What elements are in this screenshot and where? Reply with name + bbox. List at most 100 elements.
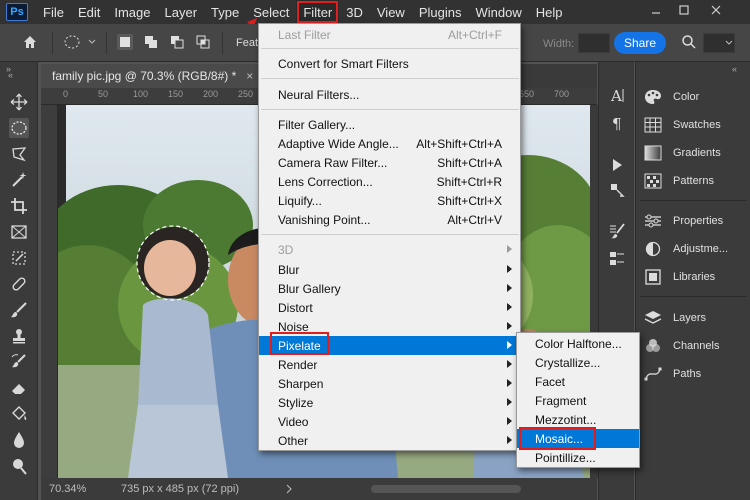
panel-adjustments[interactable]: Adjustme... [644, 240, 728, 258]
submenu-arrow-icon [507, 265, 512, 273]
character-icon[interactable]: A [608, 86, 626, 104]
brushes-icon[interactable] [608, 250, 626, 268]
panel-patterns[interactable]: Patterns [644, 172, 714, 190]
panel-channels[interactable]: Channels [644, 337, 719, 355]
menu-item-3d[interactable]: 3D [259, 240, 520, 259]
panel-layers[interactable]: Layers [644, 309, 706, 327]
menu-window[interactable]: Window [468, 0, 528, 24]
menu-item-blur[interactable]: Blur [259, 260, 520, 279]
menu-item-adaptive-wide-angle[interactable]: Adaptive Wide Angle... Alt+Shift+Ctrl+A [259, 134, 520, 153]
menu-item-color-halftone[interactable]: Color Halftone... [517, 334, 639, 353]
menu-item-render[interactable]: Render [259, 355, 520, 374]
menu-filter[interactable]: Filter [296, 0, 340, 24]
blur-tool-icon[interactable] [9, 430, 29, 450]
move-tool-icon[interactable] [9, 92, 29, 112]
ruler-tick: 0 [63, 89, 69, 99]
ruler-tick: 700 [554, 89, 570, 99]
submenu-arrow-icon [507, 341, 512, 349]
width-label: Width: [543, 38, 575, 50]
panel-label: Swatches [673, 119, 721, 131]
clone-stamp-icon[interactable] [9, 326, 29, 346]
subtract-selection-icon[interactable] [169, 34, 185, 50]
panel-libraries[interactable]: Libraries [644, 268, 715, 286]
horizontal-scrollbar[interactable] [371, 485, 521, 493]
menu-help[interactable]: Help [529, 0, 570, 24]
menu-item-other[interactable]: Other [259, 431, 520, 450]
width-input[interactable] [578, 33, 610, 53]
menu-item-stylize[interactable]: Stylize [259, 393, 520, 412]
history-brush-icon[interactable] [9, 352, 29, 372]
share-button[interactable]: Share [614, 32, 666, 54]
collapse-icon[interactable]: « [8, 70, 13, 80]
healing-brush-icon[interactable] [9, 274, 29, 294]
menu-item-neural-filters[interactable]: Neural Filters... [259, 85, 520, 104]
submenu-arrow-icon [507, 436, 512, 444]
menu-item-convert-smart-filters[interactable]: Convert for Smart Filters [259, 54, 520, 73]
collapse-icon[interactable]: « [732, 64, 737, 74]
menu-item-liquify[interactable]: Liquify... Shift+Ctrl+X [259, 191, 520, 210]
menu-item-distort[interactable]: Distort [259, 298, 520, 317]
menu-item-vanishing-point[interactable]: Vanishing Point... Alt+Ctrl+V [259, 210, 520, 229]
paths-icon [644, 366, 662, 382]
chevron-right-icon[interactable] [285, 484, 293, 494]
panel-swatches[interactable]: Swatches [644, 116, 721, 134]
menu-edit[interactable]: Edit [71, 0, 107, 24]
menu-item-video[interactable]: Video [259, 412, 520, 431]
play-actions-icon[interactable] [608, 156, 626, 174]
crop-tool-icon[interactable] [9, 196, 29, 216]
ellipse-marquee-icon[interactable] [63, 34, 85, 50]
eraser-tool-icon[interactable] [9, 378, 29, 398]
workspace-dropdown[interactable] [703, 33, 735, 53]
panel-properties[interactable]: Properties [644, 212, 723, 230]
restore-icon[interactable] [676, 3, 692, 17]
menu-layer[interactable]: Layer [158, 0, 205, 24]
chevron-down-icon[interactable] [87, 34, 97, 50]
menu-plugins[interactable]: Plugins [412, 0, 469, 24]
add-selection-icon[interactable] [143, 34, 159, 50]
brush-tool-icon[interactable] [9, 300, 29, 320]
dodge-tool-icon[interactable] [9, 456, 29, 476]
menu-item-blur-gallery[interactable]: Blur Gallery [259, 279, 520, 298]
submenu-arrow-icon [507, 303, 512, 311]
intersect-selection-icon[interactable] [195, 34, 211, 50]
photoshop-logo: Ps [6, 3, 28, 21]
panel-color[interactable]: Color [644, 88, 699, 106]
menu-item-sharpen[interactable]: Sharpen [259, 374, 520, 393]
ruler-vertical [41, 105, 58, 478]
frame-tool-icon[interactable] [9, 222, 29, 242]
zoom-level[interactable]: 70.34% [49, 483, 86, 495]
ruler-tick: 650 [519, 89, 535, 99]
panel-paths[interactable]: Paths [644, 365, 701, 383]
panel-dock: « Color Swatches Gradients Patterns Prop… [635, 62, 750, 500]
menu-image[interactable]: Image [107, 0, 157, 24]
eyedropper-tool-icon[interactable] [9, 248, 29, 268]
close-tab-icon[interactable]: × [246, 69, 253, 83]
menu-item-lens-correction[interactable]: Lens Correction... Shift+Ctrl+R [259, 172, 520, 191]
magic-wand-icon[interactable] [9, 170, 29, 190]
paragraph-icon[interactable]: ¶ [608, 114, 626, 132]
menu-item-fragment[interactable]: Fragment [517, 391, 639, 410]
brush-settings-icon[interactable] [608, 222, 626, 240]
new-selection-icon[interactable] [117, 34, 133, 50]
paint-bucket-icon[interactable] [9, 404, 29, 424]
close-icon[interactable] [708, 3, 724, 17]
ruler-tick: 200 [203, 89, 219, 99]
lasso-tool-icon[interactable] [9, 144, 29, 164]
ellipse-marquee-tool-icon[interactable] [9, 118, 29, 138]
menu-item-filter-gallery[interactable]: Filter Gallery... [259, 115, 520, 134]
menu-file[interactable]: File [36, 0, 71, 24]
menu-bar: Ps File Edit Image Layer Type Select Fil… [0, 0, 750, 24]
panel-gradients[interactable]: Gradients [644, 144, 721, 162]
menu-3d[interactable]: 3D [339, 0, 370, 24]
menu-item-facet[interactable]: Facet [517, 372, 639, 391]
minimize-icon[interactable] [648, 3, 664, 17]
search-icon[interactable] [681, 34, 697, 50]
menu-item-last-filter[interactable]: Last Filter Alt+Ctrl+F [259, 25, 520, 44]
home-icon[interactable] [22, 34, 38, 50]
history-icon[interactable] [608, 182, 626, 200]
document-tab[interactable]: family pic.jpg @ 70.3% (RGB/8#) * × [41, 64, 265, 88]
menu-item-camera-raw[interactable]: Camera Raw Filter... Shift+Ctrl+A [259, 153, 520, 172]
menu-view[interactable]: View [370, 0, 412, 24]
menu-item-pointillize[interactable]: Pointillize... [517, 448, 639, 467]
menu-item-crystallize[interactable]: Crystallize... [517, 353, 639, 372]
